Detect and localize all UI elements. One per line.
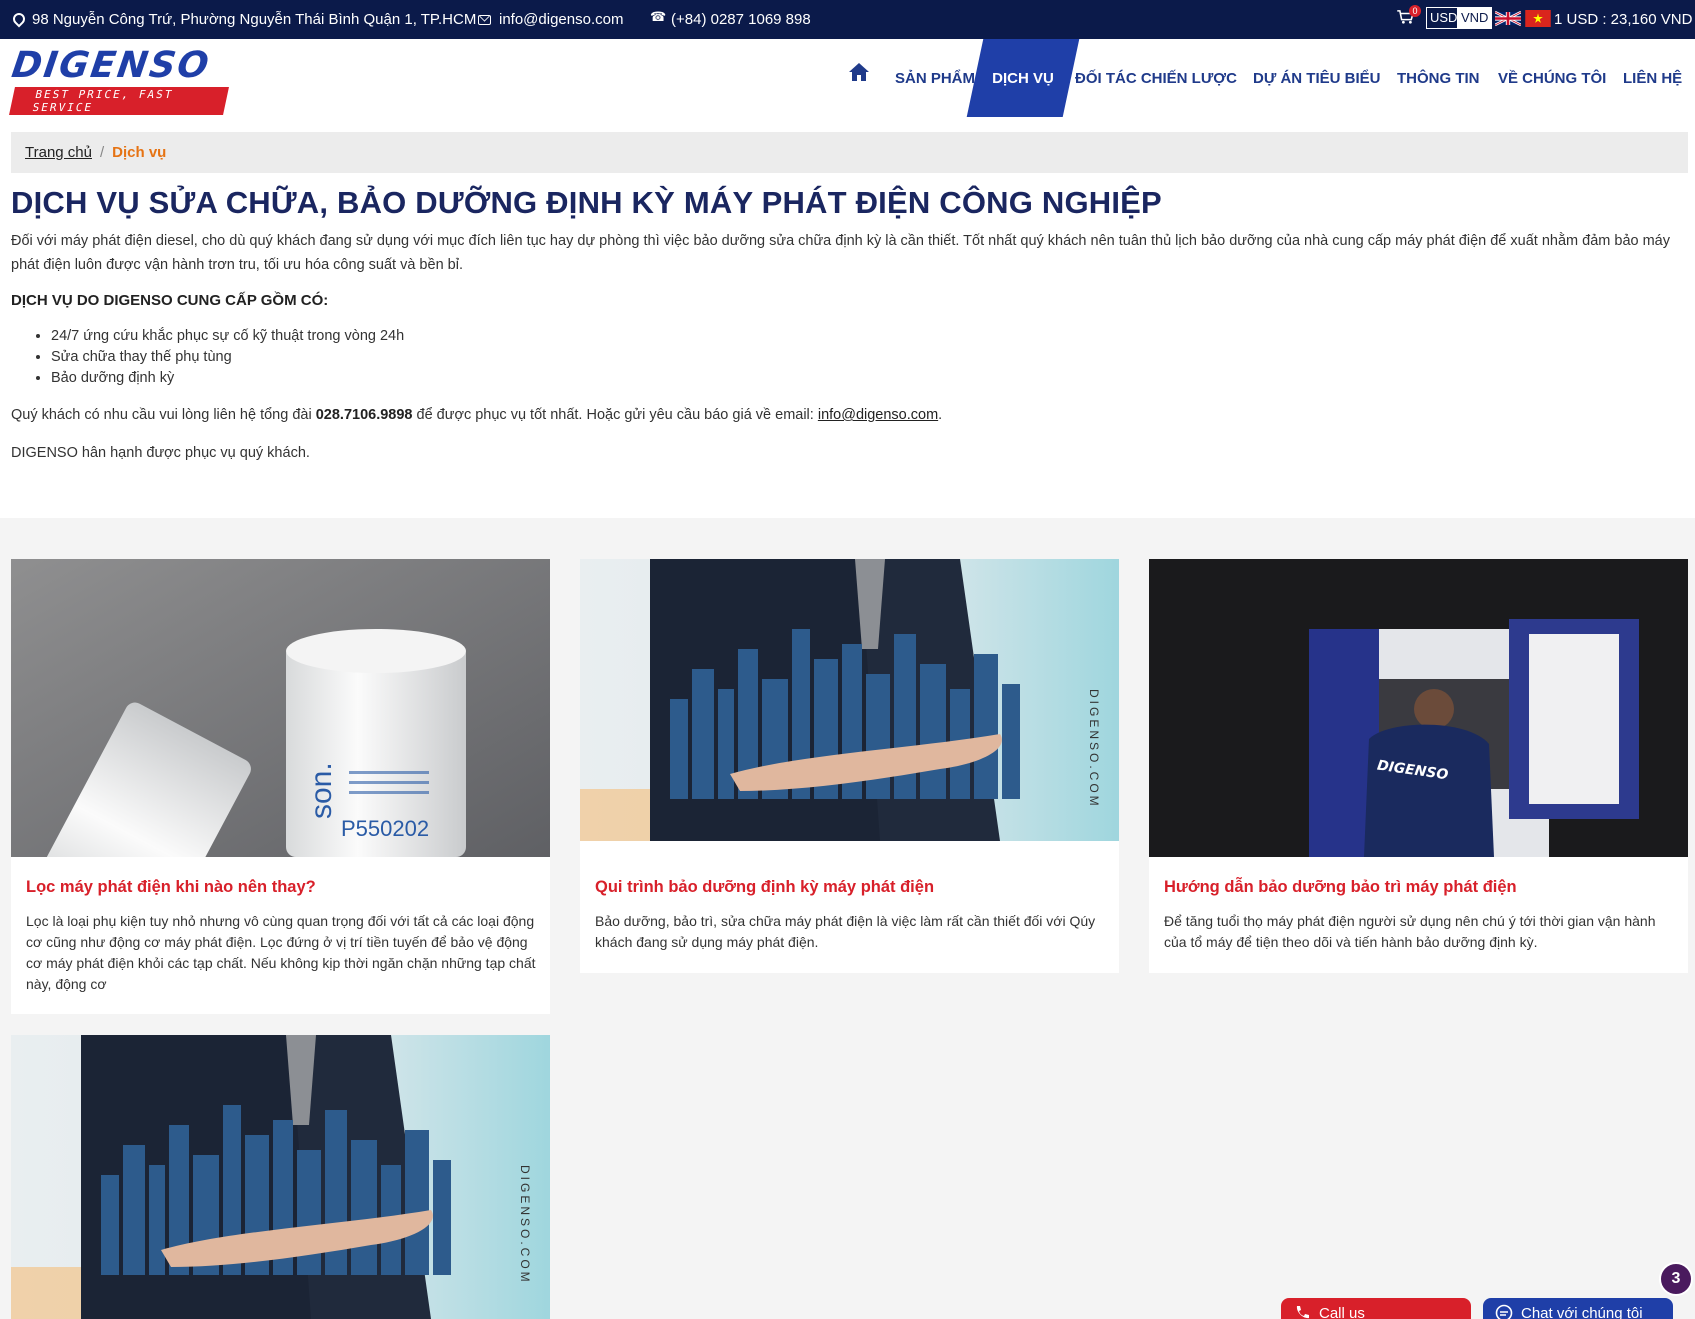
notification-badge[interactable]: 3 [1659, 1262, 1693, 1296]
chat-button[interactable]: Chat với chúng tôi [1483, 1298, 1673, 1319]
contact-text-before: Quý khách có nhu cầu vui lòng liên hệ tổ… [11, 407, 316, 423]
filter-model-label: P550202 [341, 816, 429, 841]
nav-thong-tin[interactable]: THÔNG TIN [1397, 39, 1480, 117]
logo-tagline: BEST PRICE, FAST SERVICE [9, 87, 229, 115]
article-excerpt: Để tăng tuổi thọ máy phát điện người sử … [1164, 913, 1656, 950]
breadcrumb-home-link[interactable]: Trang chủ [25, 144, 92, 161]
uk-flag-icon[interactable] [1495, 10, 1521, 27]
watermark-label: DIGENSO.COM [518, 1165, 532, 1285]
nav-du-an[interactable]: DỰ ÁN TIÊU BIỂU [1253, 39, 1380, 117]
watermark-label: DIGENSO.COM [1087, 689, 1101, 809]
call-us-label[interactable]: Call us [1319, 1305, 1365, 1319]
address: 98 Nguyễn Công Trứ, Phường Nguyễn Thái B… [11, 0, 476, 39]
article-title[interactable]: Lọc máy phát điện khi nào nên thay? [26, 878, 316, 897]
logo-text: DIGENSO [9, 45, 214, 86]
list-item: 24/7 ứng cứu khắc phục sự cố kỹ thuật tr… [51, 326, 404, 347]
nav-ve-chung-toi[interactable]: VỀ CHÚNG TÔI [1498, 39, 1606, 117]
article-image-city-hand[interactable]: DIGENSO.COM [11, 1035, 550, 1319]
phone-text[interactable]: (+84) 0287 1069 898 [671, 11, 811, 28]
currency-vnd-button[interactable]: VND [1457, 7, 1493, 29]
address-text: 98 Nguyễn Công Trứ, Phường Nguyễn Thái B… [32, 11, 477, 28]
city-hand-photo: DIGENSO.COM [580, 559, 1119, 841]
email-link[interactable]: info@digenso.com [478, 0, 623, 39]
filter-brand-label: son. [305, 762, 338, 819]
city-hand-photo: DIGENSO.COM [11, 1035, 550, 1319]
nav-doi-tac[interactable]: ĐỐI TÁC CHIẾN LƯỢC [1075, 39, 1237, 117]
list-item: Bảo dưỡng định kỳ [51, 368, 404, 389]
mail-icon [478, 14, 491, 25]
article-excerpt: Bảo dưỡng, bảo trì, sửa chữa máy phát đi… [595, 913, 1096, 950]
call-us-button[interactable]: Call us [1281, 1298, 1471, 1319]
top-bar: 98 Nguyễn Công Trứ, Phường Nguyễn Thái B… [0, 0, 1695, 39]
article-image-technician[interactable]: DIGENSO [1149, 559, 1688, 857]
map-pin-icon [11, 13, 24, 26]
phone-link[interactable]: (+84) 0287 1069 898 [650, 0, 811, 39]
breadcrumb: Trang chủ / Dịch vụ [11, 132, 1688, 173]
vietnam-flag-icon[interactable] [1525, 10, 1551, 27]
nav-dich-vu[interactable]: DỊCH VỤ [966, 39, 1080, 117]
cart-button[interactable]: 0 [1396, 5, 1421, 30]
home-icon[interactable] [848, 61, 870, 83]
chat-label[interactable]: Chat với chúng tôi [1521, 1305, 1643, 1319]
email-text[interactable]: info@digenso.com [499, 11, 623, 28]
cart-count-badge: 0 [1409, 5, 1421, 17]
contact-email-link[interactable]: info@digenso.com [818, 407, 938, 423]
phone-icon [1296, 1306, 1309, 1319]
nav-dich-vu-label[interactable]: DỊCH VỤ [975, 39, 1071, 117]
contact-text-end: . [938, 407, 943, 423]
chat-icon [1495, 1304, 1513, 1319]
filter-photo: P550202 son. [11, 559, 550, 857]
page-title: DỊCH VỤ SỬA CHỮA, BẢO DƯỠNG ĐỊNH KỲ MÁY … [11, 185, 1162, 220]
article-title[interactable]: Qui trình bảo dưỡng định kỳ máy phát điệ… [595, 878, 934, 897]
article-image-city-hand[interactable]: DIGENSO.COM [580, 559, 1119, 841]
services-list: 24/7 ứng cứu khắc phục sự cố kỹ thuật tr… [51, 326, 404, 389]
nav-san-pham[interactable]: SẢN PHẨM [895, 39, 975, 117]
breadcrumb-separator: / [99, 144, 105, 161]
article-image-filter[interactable]: P550202 son. [11, 559, 550, 857]
thanks-paragraph: DIGENSO hân hạnh được phục vụ quý khách. [11, 445, 310, 461]
article-card[interactable]: DIGENSO Hướng dẫn bảo dưỡng bảo trì máy … [1149, 559, 1688, 973]
hotline-number: 028.7106.9898 [315, 407, 413, 423]
header: DIGENSO BEST PRICE, FAST SERVICE SẢN PHẨ… [0, 39, 1695, 117]
article-card[interactable]: P550202 son. Lọc máy phát điện khi nào n… [11, 559, 550, 1014]
contact-text-middle: để được phục vụ tốt nhất. Hoặc gửi yêu c… [412, 407, 818, 423]
article-card[interactable]: DIGENSO.COM Qui trình bảo dưỡng định kỳ … [580, 559, 1119, 973]
list-item: Sửa chữa thay thế phụ tùng [51, 347, 404, 368]
contact-paragraph: Quý khách có nhu cầu vui lòng liên hệ tổ… [11, 407, 942, 423]
article-title[interactable]: Hướng dẫn bảo dưỡng bảo trì máy phát điệ… [1164, 878, 1517, 897]
services-heading: DỊCH VỤ DO DIGENSO CUNG CẤP GỒM CÓ: [11, 292, 329, 309]
intro-paragraph: Đối với máy phát điện diesel, cho dù quý… [11, 233, 1670, 273]
site-logo[interactable]: DIGENSO BEST PRICE, FAST SERVICE [9, 45, 232, 115]
exchange-rate: 1 USD : 23,160 VND [1554, 11, 1693, 28]
phone-icon [650, 10, 666, 26]
article-card[interactable]: DIGENSO.COM [11, 1035, 550, 1319]
breadcrumb-current: Dịch vụ [112, 144, 167, 161]
article-excerpt: Lọc là loại phụ kiện tuy nhỏ nhưng vô cù… [26, 913, 536, 992]
nav-lien-he[interactable]: LIÊN HỆ [1623, 39, 1682, 117]
technician-photo: DIGENSO [1149, 559, 1688, 857]
